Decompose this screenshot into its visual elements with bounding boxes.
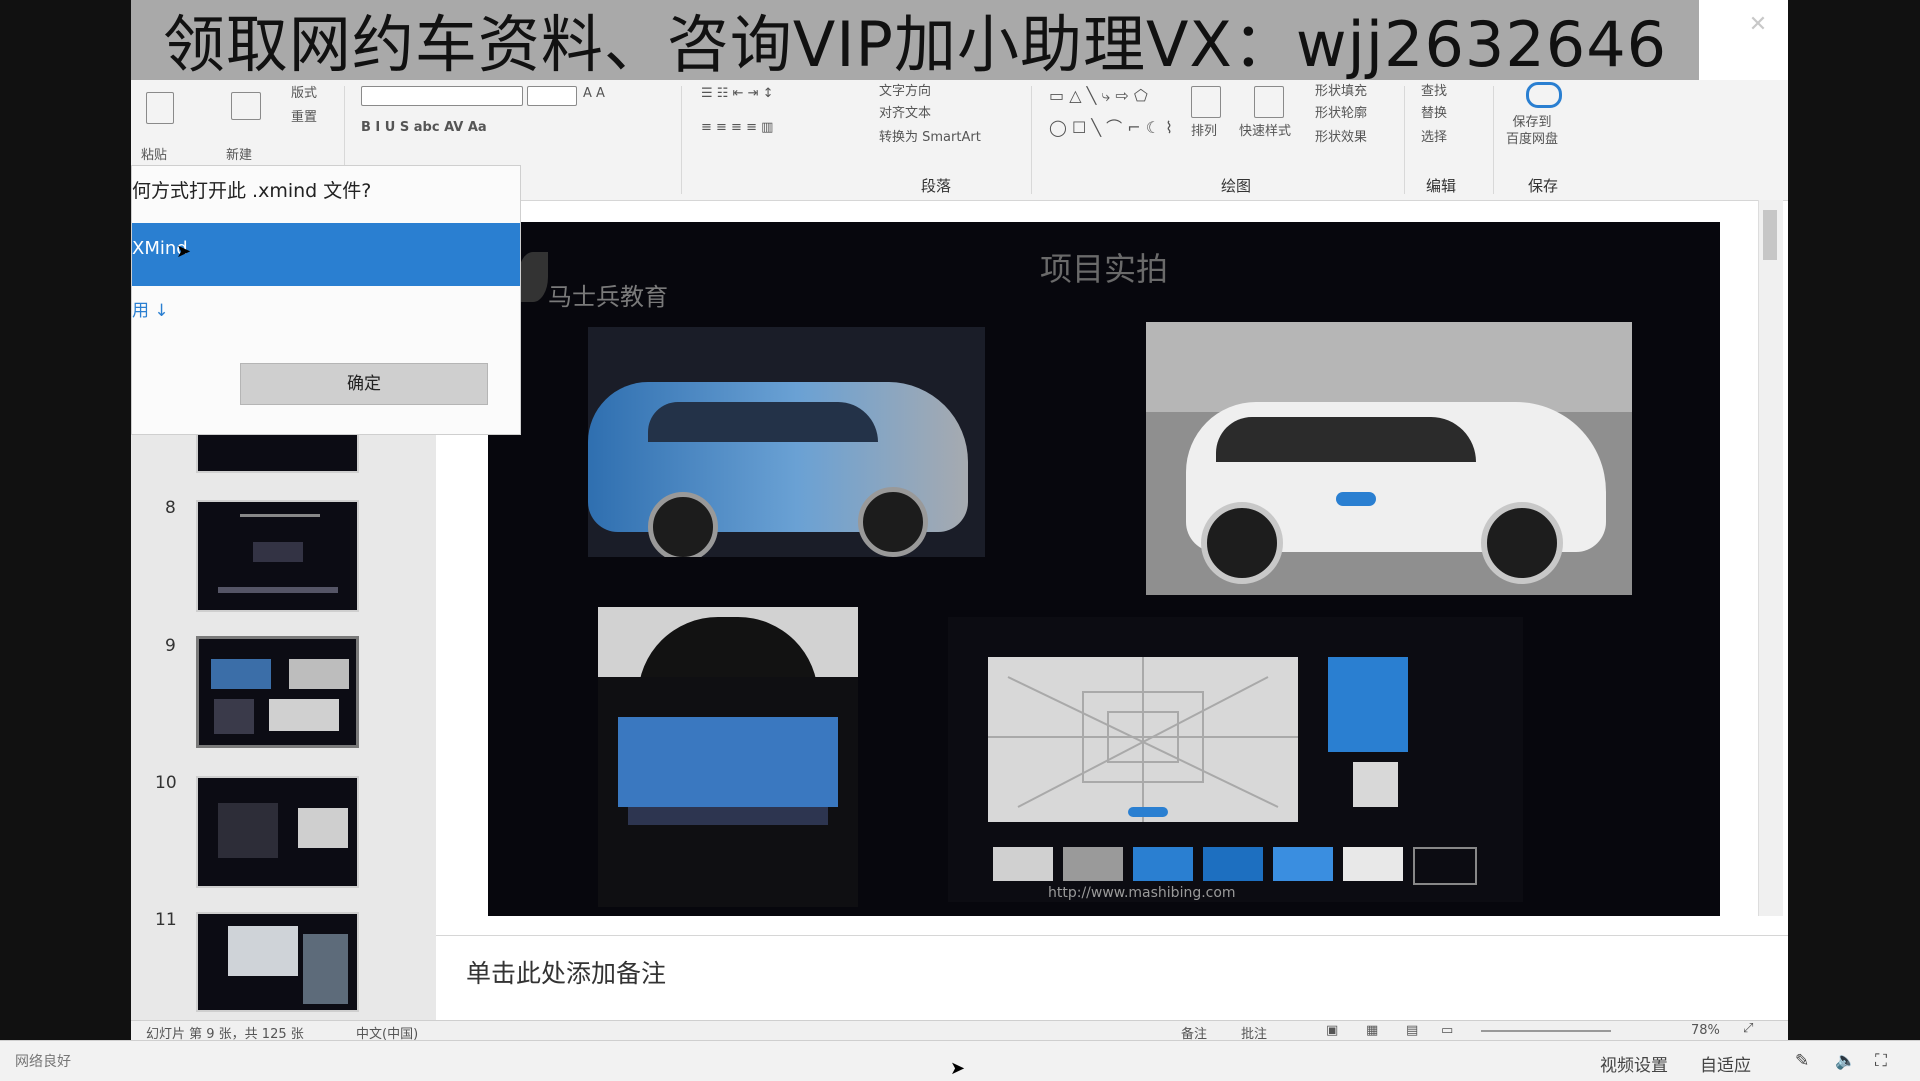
slide-sorter-icon[interactable]: ▦ [1366,1023,1378,1038]
network-status: 网络良好 [15,1054,71,1070]
paste-icon[interactable] [146,92,174,124]
presentation-app-window: 粘贴 新建 版式 重置 A A B I U S abc AV Aa 字体 ☰ ☷… [131,0,1788,1040]
shape-fill-button[interactable]: 形状填充 [1315,80,1367,99]
drawing-group-label: 绘图 [1221,177,1252,195]
arrange-button[interactable]: 排列 [1191,120,1217,139]
paste-button[interactable]: 粘贴 [141,144,167,163]
notes-placeholder[interactable]: 单击此处添加备注 [466,954,666,990]
more-apps-link[interactable]: 用 ↓ [132,296,169,321]
baidu-cloud-icon[interactable] [1526,82,1562,108]
qr-code [1353,762,1398,807]
layout-button[interactable]: 版式 [291,82,317,101]
reset-button[interactable]: 重置 [291,106,317,125]
arrange-icon[interactable] [1191,86,1221,118]
reading-view-icon[interactable]: ▤ [1406,1023,1418,1038]
auto-fit-button[interactable]: 自适应 [1700,1051,1751,1076]
font-name-box[interactable] [361,86,523,106]
app-option-xmind[interactable]: XMind ➤ [132,223,520,286]
normal-view-icon[interactable]: ▣ [1326,1023,1338,1038]
slide-canvas[interactable]: 项目实拍 马士兵教育 http://www.mashibing.com [488,222,1720,916]
paragraph-group-label: 段落 [921,177,952,195]
ok-button[interactable]: 确定 [240,363,488,405]
replace-button[interactable]: 替换 [1421,102,1447,121]
photo-car-white [1146,322,1632,595]
slide-number: 10 [155,773,177,793]
shape-effects-button[interactable]: 形状效果 [1315,126,1367,145]
text-direction-button[interactable]: 文字方向 [879,80,931,99]
bullets-icon[interactable]: ☰ ☷ ⇤ ⇥ ↕ [701,86,774,101]
slideshow-icon[interactable]: ▭ [1441,1023,1453,1038]
shape-outline-button[interactable]: 形状轮廓 [1315,102,1367,121]
slide-thumbnail-10[interactable] [196,776,359,888]
select-button[interactable]: 选择 [1421,126,1447,145]
slide-info: 幻灯片 第 9 张，共 125 张 [146,1027,304,1040]
new-slide-icon[interactable] [231,92,261,120]
align-text-button[interactable]: 对齐文本 [879,102,931,121]
watermark-banner-text: 领取网约车资料、咨询VIP加小助理VX：wjj2632646 [162,8,1668,81]
slide-number: 9 [165,636,176,656]
zoom-level[interactable]: 78% [1691,1023,1720,1038]
editing-group-label: 编辑 [1426,177,1457,195]
save-to-baidu-button[interactable]: 保存到 百度网盘 [1506,114,1558,148]
slide-url-text: http://www.mashibing.com [1048,885,1236,901]
grow-font-icon[interactable]: A A [583,86,605,101]
logo-text: 马士兵教育 [548,283,668,311]
slide-scrollbar[interactable] [1758,200,1783,916]
mouse-cursor-icon: ➤ [176,241,192,262]
save-group-label: 保存 [1528,177,1559,195]
photo-seatback-screen [598,607,858,907]
mouse-pointer-icon: ➤ [950,1058,966,1079]
volume-icon[interactable]: 🔈 [1835,1051,1856,1071]
quick-styles-icon[interactable] [1254,86,1284,118]
slide-thumbnail-11[interactable] [196,912,359,1012]
photo-map-screen: http://www.mashibing.com [948,617,1523,902]
map-roads [988,657,1298,822]
dialog-title: 何方式打开此 .xmind 文件? [132,180,372,202]
quick-styles-button[interactable]: 快速样式 [1239,120,1291,139]
scrollbar-thumb[interactable] [1763,210,1777,260]
fullscreen-icon[interactable]: ⛶ [1875,1051,1887,1071]
find-button[interactable]: 查找 [1421,80,1447,99]
notes-pane[interactable]: 单击此处添加备注 [436,935,1788,1020]
shapes-gallery[interactable]: ▭ △ ╲ ⤷ ⇨ ⬠ [1049,86,1148,106]
status-bar: 幻灯片 第 9 张，共 125 张 中文(中国) 备注 批注 ▣ ▦ ▤ ▭ 7… [131,1020,1788,1040]
slide-number: 11 [155,910,177,930]
comments-button[interactable]: 批注 [1241,1023,1267,1040]
pin-icon[interactable]: ✎ [1795,1051,1809,1071]
slide-number: 8 [165,498,176,518]
font-size-box[interactable] [527,86,577,106]
convert-smartart-button[interactable]: 转换为 SmartArt [879,126,981,145]
video-settings-button[interactable]: 视频设置 [1600,1051,1668,1076]
photo-car-night [588,327,985,557]
close-icon[interactable]: ✕ [1743,10,1773,40]
shapes-gallery-row2[interactable]: ◯ ☐ ╲ ⌒ ⌐ ☾ ⌇ [1049,114,1173,138]
slide-thumbnail-8[interactable] [196,500,359,612]
slide-thumbnail-9[interactable] [196,636,359,748]
new-slide-button[interactable]: 新建 [226,144,252,163]
fit-slide-icon[interactable]: ⤢ [1743,1021,1753,1036]
zoom-slider[interactable] [1481,1030,1611,1032]
language-indicator[interactable]: 中文(中国) [356,1023,418,1040]
slide-title: 项目实拍 [1039,250,1168,288]
align-icons[interactable]: ≡ ≡ ≡ ≡ ▥ [701,120,773,135]
notes-toggle-button[interactable]: 备注 [1181,1023,1207,1040]
logo-horse-icon [518,252,548,302]
bold-icon[interactable]: B I U S abc AV Aa [361,120,487,135]
open-with-dialog: 何方式打开此 .xmind 文件? XMind ➤ 用 ↓ 确定 [131,165,521,435]
